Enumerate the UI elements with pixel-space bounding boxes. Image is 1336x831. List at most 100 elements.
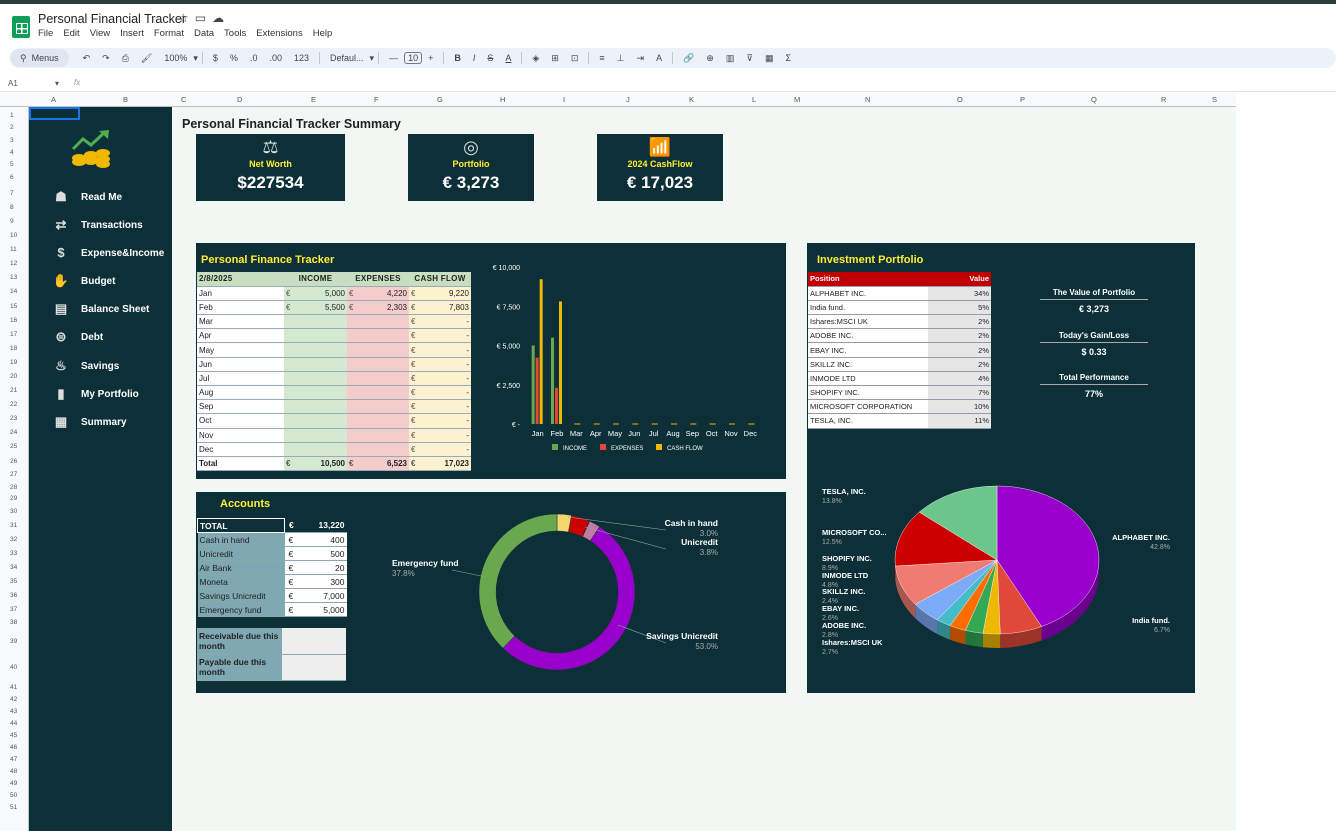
row-header[interactable]: 29 — [10, 495, 17, 502]
account-value[interactable]: 7,000 — [309, 588, 347, 603]
row-header[interactable]: 42 — [10, 696, 17, 703]
cloud-status-icon[interactable]: ☁ — [212, 11, 230, 25]
row-header[interactable]: 8 — [10, 204, 14, 211]
value-cell[interactable]: € - — [409, 314, 471, 330]
row-header[interactable]: 20 — [10, 373, 17, 380]
account-value[interactable]: 500 — [309, 546, 347, 561]
percent-format-button[interactable]: % — [230, 53, 238, 63]
column-header[interactable]: J — [626, 95, 630, 104]
row-header[interactable]: 5 — [10, 161, 14, 168]
strikethrough-button[interactable]: S — [487, 53, 493, 63]
value-cell[interactable] — [284, 371, 347, 387]
column-header[interactable]: I — [563, 95, 565, 104]
column-header[interactable]: M — [794, 95, 800, 104]
row-header[interactable]: 4 — [10, 149, 14, 156]
decrease-decimal-button[interactable]: .0 — [250, 53, 258, 63]
position-name[interactable]: India fund. — [808, 300, 928, 316]
sidebar-item-summary[interactable]: ▦ Summary — [51, 414, 127, 430]
row-header[interactable]: 11 — [10, 246, 17, 253]
row-header[interactable]: 44 — [10, 720, 17, 727]
selected-cell[interactable] — [29, 107, 80, 120]
value-cell[interactable]: €5,500 — [284, 300, 347, 316]
row-header[interactable]: 23 — [10, 415, 17, 422]
row-header[interactable]: 10 — [10, 232, 17, 239]
value-cell[interactable] — [347, 342, 409, 358]
column-header[interactable]: A — [51, 95, 56, 104]
receivable-value[interactable] — [282, 628, 346, 655]
insert-comment-icon[interactable]: ⊕ — [706, 53, 714, 64]
value-cell[interactable] — [347, 371, 409, 387]
column-header[interactable]: H — [500, 95, 505, 104]
menu-tools[interactable]: Tools — [224, 28, 246, 39]
functions-icon[interactable]: Σ — [785, 53, 791, 63]
value-cell[interactable]: €9,220 — [409, 286, 471, 301]
account-value[interactable]: 300 — [309, 574, 347, 589]
position-value[interactable]: 7% — [928, 385, 991, 401]
row-header[interactable]: 16 — [10, 317, 17, 324]
value-cell[interactable]: € - — [409, 357, 471, 372]
position-value[interactable]: 10% — [928, 399, 991, 415]
menu-view[interactable]: View — [90, 28, 110, 39]
sidebar-item-my-portfolio[interactable]: ▮ My Portfolio — [51, 386, 138, 402]
redo-icon[interactable]: ↷ — [102, 53, 110, 64]
bold-button[interactable]: B — [454, 53, 461, 63]
insert-link-icon[interactable]: 🔗 — [683, 53, 694, 64]
row-header[interactable]: 25 — [10, 443, 17, 450]
text-rotate-icon[interactable]: A — [656, 53, 662, 63]
font-size-decrease-button[interactable]: — — [389, 53, 398, 63]
currency-format-button[interactable]: $ — [213, 53, 218, 63]
name-box[interactable]: A1 — [8, 79, 18, 88]
value-cell[interactable]: € - — [409, 399, 471, 415]
row-header[interactable]: 15 — [10, 303, 17, 310]
value-cell[interactable] — [347, 385, 409, 401]
row-header[interactable]: 13 — [10, 274, 17, 281]
row-header[interactable]: 21 — [10, 387, 17, 394]
search-menus-button[interactable]: ⚲ Menus — [10, 49, 69, 67]
row-header[interactable]: 43 — [10, 708, 17, 715]
value-cell[interactable]: € - — [409, 342, 471, 358]
value-cell[interactable] — [347, 413, 409, 429]
value-cell[interactable] — [284, 314, 347, 330]
menu-insert[interactable]: Insert — [120, 28, 144, 39]
column-header[interactable]: E — [311, 95, 316, 104]
column-header[interactable]: P — [1020, 95, 1025, 104]
row-header[interactable]: 35 — [10, 578, 17, 585]
position-value[interactable]: 2% — [928, 328, 991, 344]
filter-icon[interactable]: ⊽ — [746, 53, 753, 64]
horizontal-align-icon[interactable]: ≡ — [599, 53, 604, 63]
row-header[interactable]: 24 — [10, 429, 17, 436]
column-header[interactable]: N — [865, 95, 870, 104]
account-value[interactable]: 400 — [309, 532, 347, 547]
value-cell[interactable] — [347, 314, 409, 330]
value-cell[interactable] — [284, 342, 347, 358]
menu-extensions[interactable]: Extensions — [256, 28, 302, 39]
column-header[interactable]: L — [752, 95, 756, 104]
value-cell[interactable]: € - — [409, 428, 471, 443]
sidebar-item-budget[interactable]: ✋ Budget — [51, 273, 116, 289]
row-header[interactable]: 47 — [10, 756, 17, 763]
filter-views-icon[interactable]: ▦ — [765, 53, 774, 64]
sidebar-item-debt[interactable]: ⊜ Debt — [51, 329, 104, 345]
column-header[interactable]: G — [437, 95, 443, 104]
position-name[interactable]: SKILLZ INC. — [808, 357, 928, 372]
column-header[interactable]: R — [1161, 95, 1166, 104]
insert-chart-icon[interactable]: ▥ — [726, 53, 735, 64]
sheets-logo-icon[interactable] — [12, 16, 30, 38]
position-value[interactable]: 11% — [928, 413, 991, 429]
row-header[interactable]: 33 — [10, 550, 17, 557]
column-header[interactable]: D — [237, 95, 242, 104]
position-name[interactable]: ADOBE INC. — [808, 328, 928, 344]
sidebar-item-transactions[interactable]: ⇄ Transactions — [51, 217, 143, 233]
borders-icon[interactable]: ⊞ — [551, 53, 559, 64]
value-cell[interactable] — [347, 442, 409, 457]
row-header[interactable]: 7 — [10, 190, 14, 197]
value-cell[interactable]: € - — [409, 371, 471, 387]
value-cell[interactable]: € - — [409, 413, 471, 429]
vertical-align-icon[interactable]: ⊥ — [617, 53, 625, 64]
value-cell[interactable] — [284, 357, 347, 372]
font-size-input[interactable]: 10 — [404, 52, 423, 64]
row-header[interactable]: 17 — [10, 331, 17, 338]
position-value[interactable]: 2% — [928, 357, 991, 372]
position-value[interactable]: 2% — [928, 314, 991, 330]
zoom-select[interactable]: 100% — [164, 53, 187, 63]
